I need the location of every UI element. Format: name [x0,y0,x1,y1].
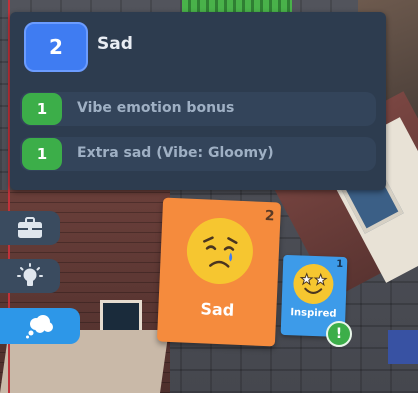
thought-bubble-icon [26,315,53,339]
tooltip-header: 2 Sad [10,12,386,84]
modifier-count-badge: 1 [22,138,62,170]
flag [388,330,418,364]
modifier-count-badge: 1 [22,93,62,125]
ideas-button[interactable] [0,259,60,293]
emotion-count-badge: 2 [24,22,88,72]
sad-emotion-card[interactable]: 2 Sad [156,197,282,347]
emotion-tooltip: 2 Sad 1 Vibe emotion bonus 1 Extra sad (… [10,12,386,190]
crying-face-icon [185,216,255,286]
lightbulb-icon [17,263,43,286]
inventory-button[interactable] [0,211,60,245]
card-label: Sad [200,299,235,320]
emotion-title: Sad [97,34,133,54]
emotions-button[interactable] [0,308,80,344]
briefcase-icon [18,217,42,238]
card-label: Inspired [290,307,337,320]
modifier-label: Vibe emotion bonus [77,100,235,116]
star-eyes-face-icon [292,263,335,305]
modifier-row: 1 Vibe emotion bonus [20,92,376,126]
modifier-label: Extra sad (Vibe: Gloomy) [77,145,274,161]
health-bar [182,0,292,12]
card-count: 2 [264,207,275,225]
card-count: 1 [335,258,344,270]
alert-icon[interactable]: ! [326,321,352,347]
modifier-row: 1 Extra sad (Vibe: Gloomy) [20,137,376,171]
